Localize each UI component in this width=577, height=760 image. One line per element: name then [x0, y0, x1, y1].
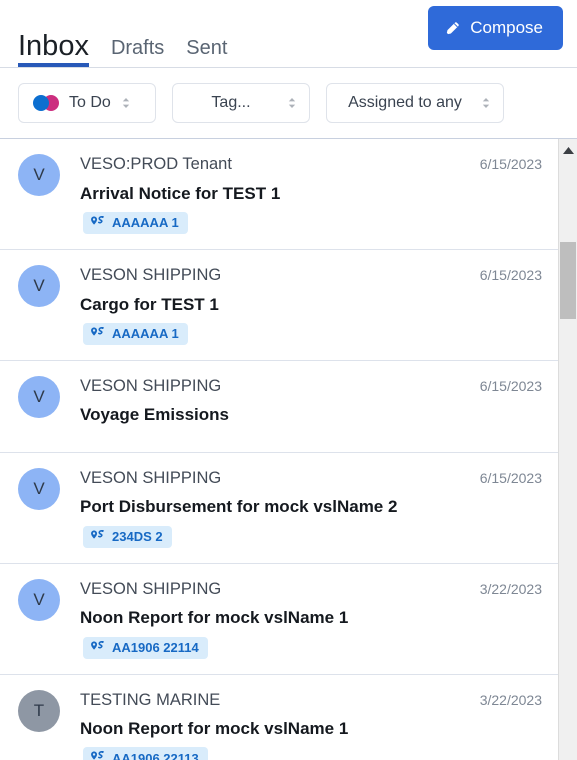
avatar: V [18, 375, 60, 418]
status-filter-dropdown[interactable]: To Do [18, 83, 156, 123]
message-subject: Cargo for TEST 1 [80, 294, 219, 314]
message-row[interactable]: T TESTING MARINE Noon Report for mock vslN… [0, 674, 558, 760]
voyage-badge-label: AA1906 22113 [112, 750, 199, 760]
avatar: V [18, 578, 60, 621]
message-list-region: V VESO:PROD Tenant Arrival Notice for TEST… [0, 139, 577, 760]
message-sender: VESON SHIPPING [80, 376, 222, 395]
message-row[interactable]: V VESON SHIPPING Noon Report for mock vslN… [0, 563, 558, 675]
message-body: VESON SHIPPING Voyage Emissions [80, 375, 470, 438]
voyage-badge-label: AA1906 22114 [112, 640, 199, 655]
voyage-pin-icon [90, 215, 105, 230]
tag-filter-label: Tag... [211, 94, 251, 111]
message-row[interactable]: V VESON SHIPPING Port Disbursement for moc… [0, 452, 558, 564]
tab-sent[interactable]: Sent [186, 37, 227, 67]
scroll-up-arrow-icon[interactable] [559, 143, 577, 157]
voyage-pin-icon [90, 640, 105, 655]
message-date: 6/15/2023 [479, 377, 542, 394]
avatar: T [18, 689, 60, 732]
compose-button[interactable]: Compose [428, 6, 563, 50]
voyage-badge-label: AAAAAA 1 [112, 215, 179, 231]
voyage-pin-icon [90, 326, 105, 341]
message-subject: Port Disbursement for mock vslName 2 [80, 497, 398, 517]
message-row[interactable]: V VESO:PROD Tenant Arrival Notice for TEST… [0, 139, 558, 250]
compose-button-label: Compose [470, 18, 543, 37]
vertical-scrollbar[interactable] [558, 139, 577, 760]
message-subject: Noon Report for mock vslName 1 [80, 719, 349, 739]
pencil-icon [444, 20, 461, 37]
avatar: V [18, 467, 60, 510]
message-sender: VESON SHIPPING [80, 579, 222, 598]
message-body: VESON SHIPPING Port Disbursement for mock… [80, 467, 470, 549]
voyage-badge[interactable]: AA1906 22113 [83, 747, 208, 760]
status-filter-label: To Do [69, 94, 111, 111]
chevron-updown-icon [481, 95, 491, 111]
message-row[interactable]: V VESON SHIPPING Voyage Emissions 6/15/2023 [0, 360, 558, 453]
message-body: TESTING MARINE Noon Report for mock vslNa… [80, 689, 470, 760]
message-sender: VESON SHIPPING [80, 265, 222, 284]
tab-inbox[interactable]: Inbox [18, 30, 89, 67]
inbox-app: Inbox Drafts Sent Compose To Do Tag... A… [0, 0, 577, 760]
scrollbar-thumb[interactable] [560, 242, 576, 319]
message-date: 6/15/2023 [479, 469, 542, 486]
two-dots-icon [33, 95, 59, 111]
message-subject: Arrival Notice for TEST 1 [80, 183, 281, 203]
message-body: VESON SHIPPING Cargo for TEST 1 AAAAAA 1 [80, 264, 470, 346]
voyage-badge[interactable]: 234DS 2 [83, 525, 172, 548]
message-body: VESON SHIPPING Noon Report for mock vslNa… [80, 578, 470, 660]
message-list[interactable]: V VESO:PROD Tenant Arrival Notice for TEST… [0, 139, 558, 760]
avatar: V [18, 264, 60, 307]
voyage-badge-label: 234DS 2 [112, 529, 163, 545]
message-sender: TESTING MARINE [80, 690, 221, 709]
message-date: 6/15/2023 [479, 266, 542, 283]
assigned-filter-dropdown[interactable]: Assigned to any [326, 83, 504, 123]
mailbox-tabs: Inbox Drafts Sent [18, 30, 227, 67]
message-sender: VESON SHIPPING [80, 468, 222, 487]
voyage-badge[interactable]: AAAAAA 1 [83, 322, 188, 345]
message-date: 3/22/2023 [479, 691, 542, 708]
filter-bar: To Do Tag... Assigned to any [0, 68, 577, 139]
tab-drafts[interactable]: Drafts [111, 37, 164, 67]
chevron-updown-icon [121, 95, 131, 111]
message-date: 6/15/2023 [479, 156, 542, 172]
voyage-badge[interactable]: AA1906 22114 [83, 636, 208, 659]
message-date: 3/22/2023 [479, 580, 542, 597]
assigned-filter-label: Assigned to any [348, 94, 462, 111]
chevron-updown-icon [287, 95, 297, 111]
voyage-pin-icon [90, 529, 105, 544]
message-subject: Voyage Emissions [80, 405, 229, 425]
message-row[interactable]: V VESON SHIPPING Cargo for TEST 1 AAAAAA 1 6… [0, 249, 558, 361]
tag-filter-dropdown[interactable]: Tag... [172, 83, 310, 123]
message-body: VESO:PROD Tenant Arrival Notice for TEST … [80, 153, 470, 235]
avatar: V [18, 154, 60, 196]
message-subject: Noon Report for mock vslName 1 [80, 608, 349, 628]
voyage-pin-icon [90, 751, 105, 760]
voyage-badge[interactable]: AAAAAA 1 [83, 211, 188, 234]
voyage-badge-label: AAAAAA 1 [112, 326, 179, 342]
page-header: Inbox Drafts Sent Compose [0, 0, 577, 68]
message-sender: VESO:PROD Tenant [80, 155, 232, 173]
